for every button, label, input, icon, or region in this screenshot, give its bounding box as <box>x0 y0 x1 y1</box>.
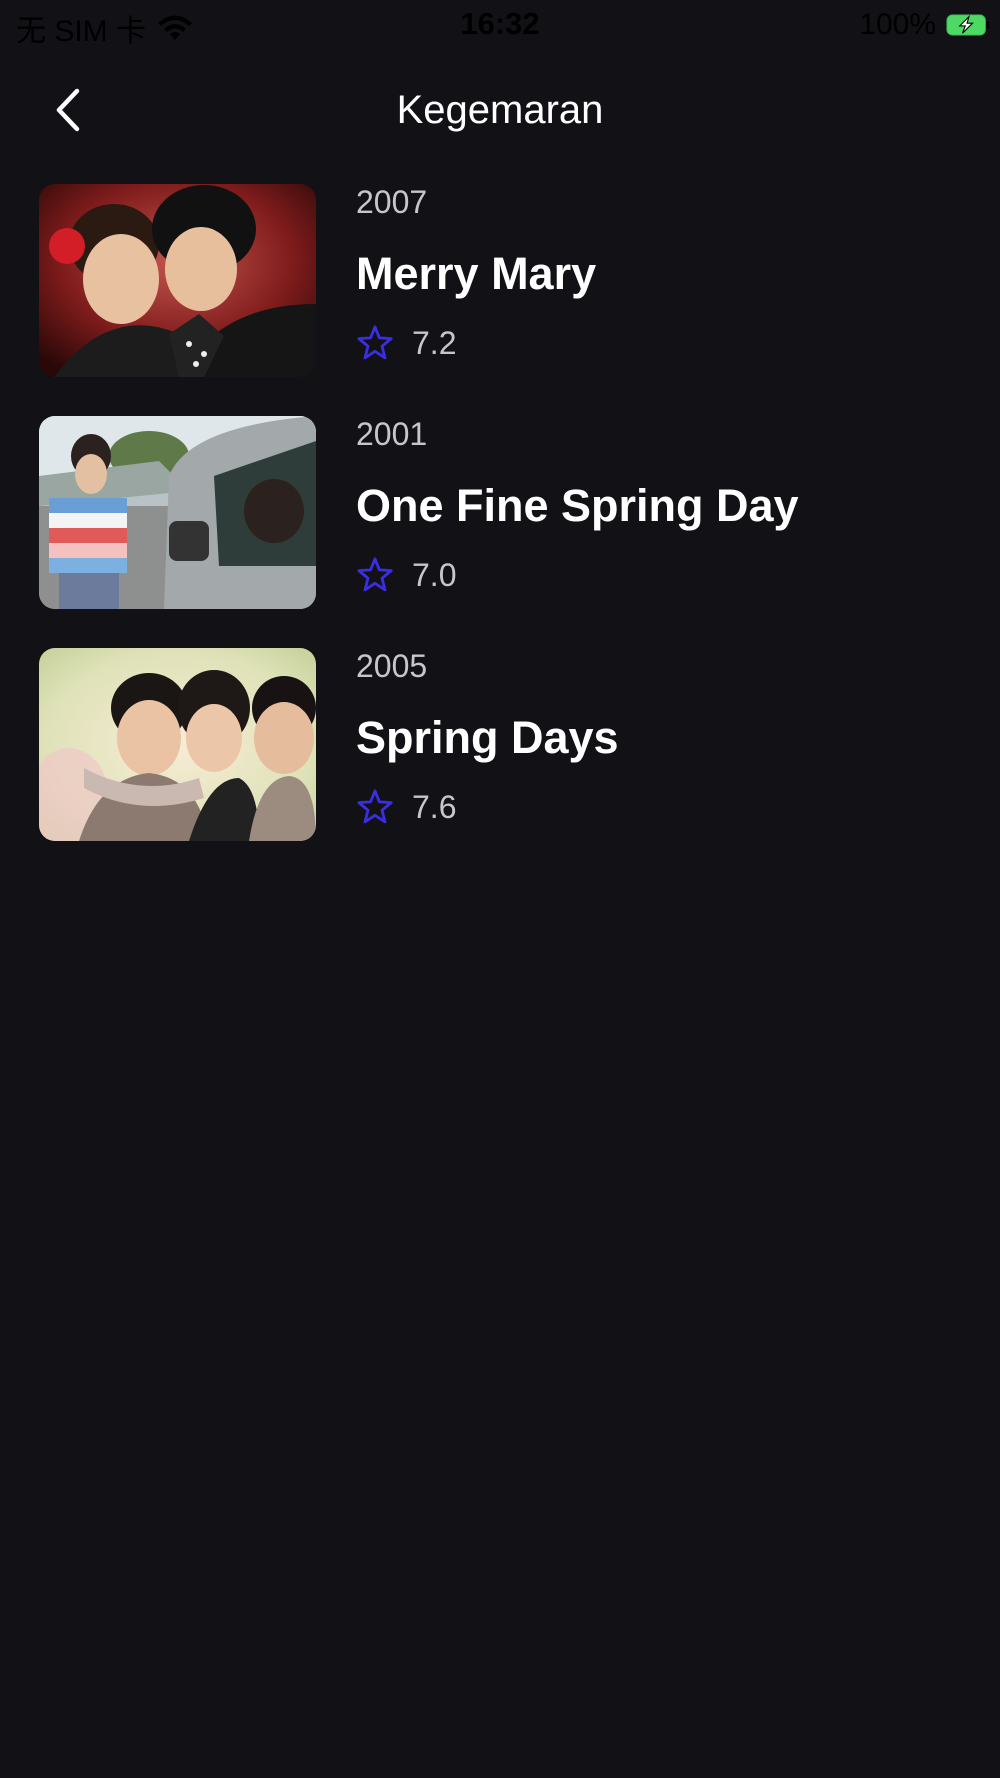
battery-status: 100% <box>859 8 990 42</box>
star-icon <box>357 789 393 824</box>
rating-value: 7.6 <box>412 789 457 825</box>
list-item-spring-days[interactable]: 2005 Spring Days 7.6 <box>39 648 969 841</box>
poster-thumbnail[interactable] <box>39 184 316 377</box>
list-item-one-fine-spring-day[interactable]: 2001 One Fine Spring Day 7.0 <box>39 416 969 609</box>
status-time: 16:32 <box>460 6 540 41</box>
poster-image <box>39 416 316 609</box>
poster-thumbnail[interactable] <box>39 648 316 841</box>
battery-percent: 100% <box>859 8 936 41</box>
poster-thumbnail[interactable] <box>39 416 316 609</box>
release-year: 2007 <box>356 184 428 220</box>
star-icon <box>357 325 393 360</box>
movie-title: One Fine Spring Day <box>356 480 799 531</box>
poster-image <box>39 648 316 841</box>
release-year: 2005 <box>356 648 428 684</box>
movie-title: Spring Days <box>356 712 619 763</box>
rating: 7.2 <box>356 324 456 362</box>
rating-value: 7.0 <box>412 557 457 593</box>
rating-value: 7.2 <box>412 325 457 361</box>
rating: 7.6 <box>356 788 456 826</box>
rating: 7.0 <box>356 556 456 594</box>
page-title: Kegemaran <box>396 88 604 132</box>
movie-title: Merry Mary <box>356 248 597 299</box>
favorites-list: 2007 Merry Mary 7.2 2001 One Fine Spring… <box>39 184 969 880</box>
battery-charging-icon <box>946 14 990 36</box>
star-icon <box>357 557 393 592</box>
list-item-merry-mary[interactable]: 2007 Merry Mary 7.2 <box>39 184 969 377</box>
release-year: 2001 <box>356 416 428 452</box>
nav-header: Kegemaran <box>0 70 1000 152</box>
status-bar: 无 SIM 卡 16:32 100% <box>0 0 1000 50</box>
poster-image <box>39 184 316 377</box>
